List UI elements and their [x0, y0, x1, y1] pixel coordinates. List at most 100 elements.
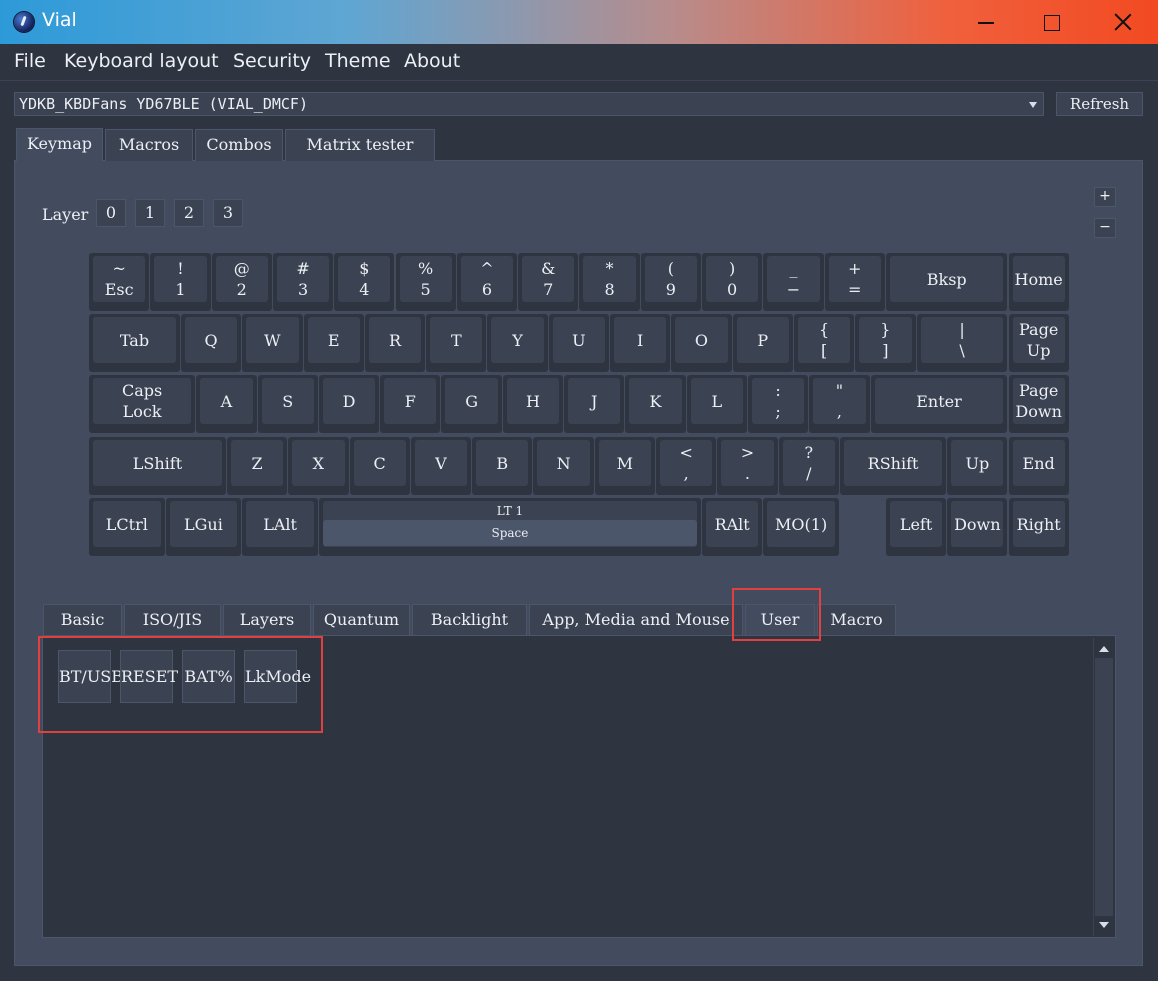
key[interactable]: Page Up	[1008, 314, 1069, 372]
key[interactable]: S	[257, 375, 318, 433]
tab-keymap[interactable]: Keymap	[16, 128, 103, 161]
key[interactable]: Home	[1008, 253, 1069, 311]
layer-button-1[interactable]: 1	[135, 199, 165, 227]
key[interactable]: @ 2	[211, 253, 272, 311]
key[interactable]: A	[196, 375, 257, 433]
key[interactable]: Tab	[89, 314, 180, 372]
key[interactable]: Up	[947, 437, 1008, 495]
key[interactable]: LAlt	[242, 498, 318, 556]
chevron-down-icon[interactable]	[1029, 102, 1037, 108]
key[interactable]: Right	[1008, 498, 1069, 556]
menu-about[interactable]: About	[404, 50, 460, 72]
keycode-scrollbar[interactable]	[1093, 638, 1115, 936]
key[interactable]: T	[426, 314, 487, 372]
key[interactable]: ( 9	[640, 253, 701, 311]
minimize-icon[interactable]	[978, 22, 994, 24]
tab-matrix-tester[interactable]: Matrix tester	[285, 129, 435, 161]
refresh-button[interactable]: Refresh	[1056, 92, 1143, 116]
key[interactable]: ^ 6	[456, 253, 518, 311]
key[interactable]: ? /	[778, 437, 839, 495]
key[interactable]: | \	[916, 314, 1008, 372]
key[interactable]: X	[288, 437, 349, 495]
key[interactable]: V	[410, 437, 472, 495]
key[interactable]: RShift	[839, 437, 947, 495]
key[interactable]: Left	[885, 498, 947, 556]
key[interactable]: { [	[793, 314, 855, 372]
key[interactable]: $ 4	[334, 253, 395, 311]
keycode-reset[interactable]: RESET	[120, 650, 178, 703]
key[interactable]: J	[564, 375, 625, 433]
keycode-lkmode[interactable]: LkMode	[244, 650, 311, 703]
key[interactable]: _ −	[763, 253, 824, 311]
key[interactable]: W	[242, 314, 303, 372]
key[interactable]: U	[548, 314, 610, 372]
key[interactable]: Caps Lock	[89, 375, 196, 433]
key[interactable]: < ,	[656, 437, 717, 495]
key[interactable]: " ,	[809, 375, 870, 433]
keycode-bat[interactable]: BAT%	[182, 650, 235, 703]
key[interactable]: O	[671, 314, 732, 372]
key[interactable]: Bksp	[885, 253, 1008, 311]
key[interactable]: Enter	[870, 375, 1008, 433]
key[interactable]: Z	[226, 437, 288, 495]
device-select[interactable]: YDKB_KBDFans YD67BLE (VIAL_DMCF)	[14, 92, 1044, 116]
layer-button-0[interactable]: 0	[96, 199, 126, 227]
tab-basic[interactable]: Basic	[43, 604, 122, 636]
key[interactable]: End	[1008, 437, 1069, 495]
key[interactable]: & 7	[518, 253, 579, 311]
key-space[interactable]: LT 1 Space	[318, 498, 701, 556]
tab-layers[interactable]: Layers	[223, 604, 311, 636]
key[interactable]: % 5	[395, 253, 456, 311]
key[interactable]: C	[349, 437, 410, 495]
key[interactable]: L	[686, 375, 747, 433]
tab-app-media-mouse[interactable]: App, Media and Mouse	[529, 604, 743, 636]
menu-keyboard-layout[interactable]: Keyboard layout	[64, 50, 219, 72]
key[interactable]: N	[533, 437, 594, 495]
scroll-down-icon[interactable]	[1099, 922, 1109, 928]
key[interactable]: M	[594, 437, 656, 495]
key[interactable]: I	[610, 314, 671, 372]
layer-button-3[interactable]: 3	[213, 199, 243, 227]
tab-backlight[interactable]: Backlight	[412, 604, 527, 636]
zoom-in-button[interactable]: +	[1094, 187, 1116, 207]
tab-iso-jis[interactable]: ISO/JIS	[124, 604, 221, 636]
key[interactable]: P	[732, 314, 793, 372]
key[interactable]: K	[625, 375, 686, 433]
key[interactable]: : ;	[747, 375, 809, 433]
zoom-out-button[interactable]: −	[1094, 218, 1116, 238]
key[interactable]: E	[303, 314, 364, 372]
key[interactable]: Down	[947, 498, 1008, 556]
key[interactable]: LGui	[165, 498, 242, 556]
scroll-track[interactable]	[1095, 658, 1113, 916]
close-icon[interactable]	[1113, 12, 1133, 32]
key[interactable]: Page Down	[1008, 375, 1069, 433]
key[interactable]: LShift	[89, 437, 226, 495]
keycode-bt-usb[interactable]: BT/USB	[58, 650, 123, 703]
key[interactable]: + =	[824, 253, 885, 311]
tab-macro[interactable]: Macro	[817, 604, 896, 636]
menu-theme[interactable]: Theme	[325, 50, 391, 72]
key[interactable]: ~ Esc	[89, 253, 150, 311]
key[interactable]: # 3	[272, 253, 334, 311]
tab-quantum[interactable]: Quantum	[313, 604, 410, 636]
scroll-up-icon[interactable]	[1099, 646, 1109, 652]
key[interactable]: RAlt	[702, 498, 763, 556]
key[interactable]: Y	[487, 314, 548, 372]
key[interactable]: R	[364, 314, 426, 372]
key[interactable]: F	[380, 375, 441, 433]
tab-macros[interactable]: Macros	[105, 129, 193, 161]
tab-user[interactable]: User	[745, 604, 815, 636]
maximize-icon[interactable]	[1044, 15, 1060, 31]
key[interactable]: G	[441, 375, 502, 433]
key[interactable]: ) 0	[702, 253, 763, 311]
key[interactable]: Q	[180, 314, 242, 372]
tab-combos[interactable]: Combos	[195, 129, 283, 161]
menu-file[interactable]: File	[14, 50, 46, 72]
key[interactable]: ! 1	[150, 253, 211, 311]
key[interactable]: H	[502, 375, 564, 433]
key[interactable]: D	[318, 375, 380, 433]
menu-security[interactable]: Security	[233, 50, 311, 72]
key[interactable]: B	[472, 437, 533, 495]
key[interactable]: LCtrl	[89, 498, 165, 556]
key[interactable]: * 8	[579, 253, 640, 311]
